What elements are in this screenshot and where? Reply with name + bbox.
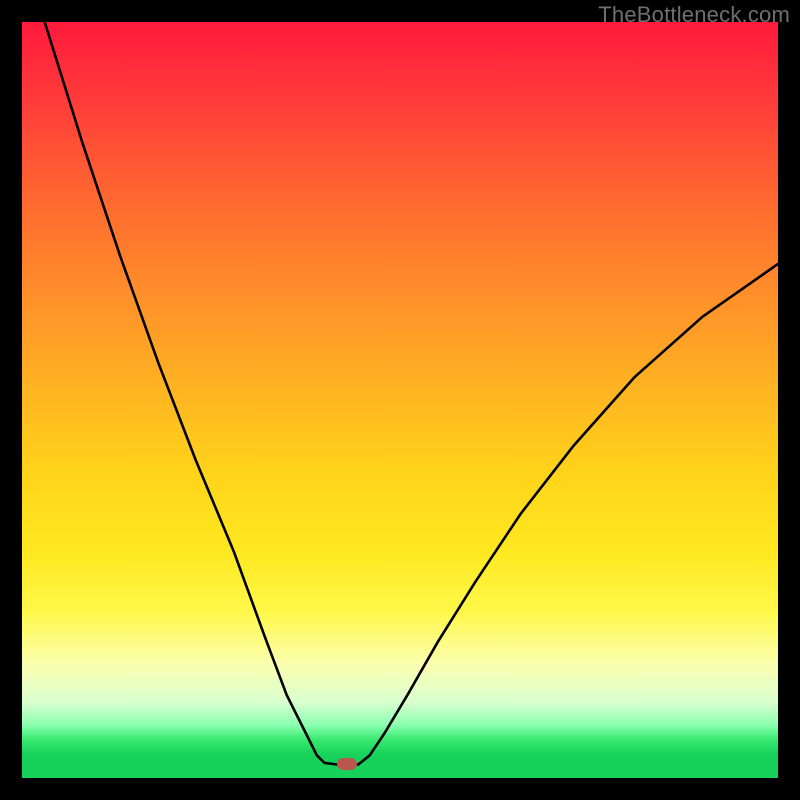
bottleneck-curve: [22, 22, 778, 778]
chart-plot-area: [22, 22, 778, 778]
optimum-marker: [337, 758, 357, 770]
watermark-label: TheBottleneck.com: [598, 2, 790, 28]
